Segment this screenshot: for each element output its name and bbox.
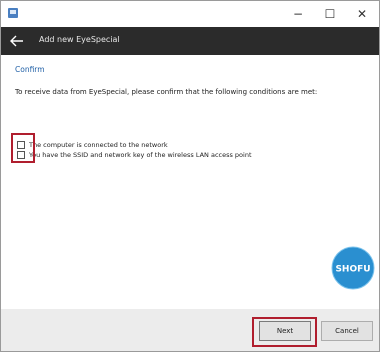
instruction-text: To receive data from EyeSpecial, please … [15,88,318,96]
shofu-logo: SHOFU [331,246,375,290]
arrow-left-icon [10,35,23,47]
footer-bar: Next Cancel [1,309,379,351]
condition-ssid[interactable]: You have the SSID and network key of the… [17,150,252,160]
title-bar: − ☐ ✕ [1,1,379,27]
section-title: Confirm [15,65,45,74]
condition-network[interactable]: The computer is connected to the network [17,140,168,150]
condition-label: The computer is connected to the network [29,141,168,149]
app-window: − ☐ ✕ Add new EyeSpecial Confirm To rece… [0,0,380,352]
next-button[interactable]: Next [259,321,311,341]
condition-label: You have the SSID and network key of the… [29,151,252,159]
logo-text: SHOFU [335,265,370,275]
app-icon [8,8,18,18]
minimize-button[interactable]: − [282,1,314,27]
page-title: Add new EyeSpecial [39,35,120,44]
ssid-checkbox[interactable] [17,151,25,159]
network-checkbox[interactable] [17,141,25,149]
back-button[interactable] [7,31,27,51]
maximize-button[interactable]: ☐ [314,1,346,27]
nav-bar: Add new EyeSpecial [1,27,379,55]
cancel-button[interactable]: Cancel [321,321,373,341]
close-button[interactable]: ✕ [346,1,378,27]
